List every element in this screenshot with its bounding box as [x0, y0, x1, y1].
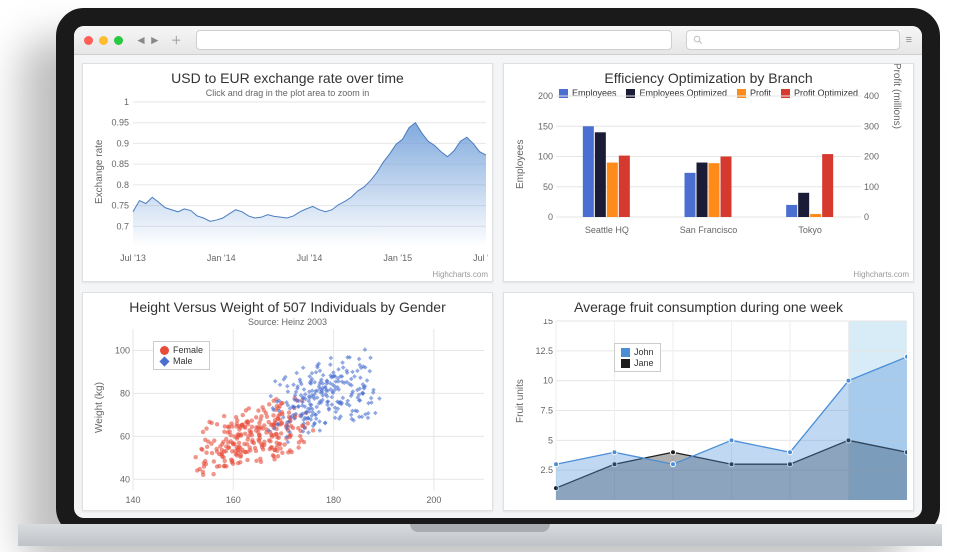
svg-text:200: 200: [538, 92, 553, 101]
chart-title: Average fruit consumption during one wee…: [504, 299, 913, 315]
svg-text:10: 10: [543, 376, 553, 386]
svg-text:60: 60: [120, 431, 130, 441]
svg-text:160: 160: [226, 495, 241, 504]
chart-subtitle: Click and drag in the plot area to zoom …: [83, 88, 492, 98]
forward-button[interactable]: ►: [149, 33, 161, 47]
chart-credit: Highcharts.com: [432, 270, 488, 279]
y-axis-title: Employees: [515, 140, 526, 189]
chart-fruit-consumption[interactable]: Average fruit consumption during one wee…: [503, 292, 914, 511]
svg-text:Jul '13: Jul '13: [120, 253, 146, 263]
svg-text:15: 15: [543, 319, 553, 326]
svg-text:Seattle HQ: Seattle HQ: [585, 225, 629, 235]
address-bar[interactable]: [196, 30, 672, 50]
chart-height-weight[interactable]: Height Versus Weight of 507 Individuals …: [82, 292, 493, 511]
svg-text:40: 40: [120, 474, 130, 484]
browser-window: ◄ ► ＋ ≡ USD to EUR exchange rate over ti…: [74, 26, 922, 518]
chart-legend: JohnJane: [614, 343, 661, 372]
menu-icon[interactable]: ≡: [906, 34, 912, 46]
svg-text:12.5: 12.5: [535, 346, 553, 356]
svg-text:200: 200: [864, 152, 879, 162]
svg-text:0.95: 0.95: [111, 118, 129, 128]
y2-axis-title: Profit (millions): [891, 63, 902, 129]
y-axis-title: Exchange rate: [94, 140, 105, 205]
svg-text:0.9: 0.9: [116, 138, 129, 148]
svg-text:80: 80: [120, 388, 130, 398]
svg-text:San Francisco: San Francisco: [680, 225, 738, 235]
svg-text:100: 100: [864, 182, 879, 192]
svg-text:0.8: 0.8: [116, 180, 129, 190]
svg-text:300: 300: [864, 121, 879, 131]
minimize-icon[interactable]: [99, 36, 108, 45]
y-axis-title: Weight (kg): [94, 382, 105, 433]
plot-area[interactable]: 0 50 100 150 200 0 100 200 300 400 Seattle HQ San F…: [536, 92, 881, 235]
svg-text:Jan '14: Jan '14: [207, 253, 236, 263]
svg-text:0.85: 0.85: [111, 159, 129, 169]
browser-titlebar: ◄ ► ＋ ≡: [74, 26, 922, 55]
chart-title: USD to EUR exchange rate over time: [83, 70, 492, 86]
chart-title: Efficiency Optimization by Branch: [504, 70, 913, 86]
svg-text:0: 0: [864, 212, 869, 222]
chart-legend: FemaleMale: [153, 341, 210, 370]
svg-text:50: 50: [543, 182, 553, 192]
svg-text:2.5: 2.5: [540, 465, 553, 475]
svg-text:Jan '15: Jan '15: [383, 253, 412, 263]
svg-text:140: 140: [125, 495, 140, 504]
chart-title: Height Versus Weight of 507 Individuals …: [83, 299, 492, 315]
back-button[interactable]: ◄: [135, 33, 147, 47]
plot-area[interactable]: 0.7 0.75 0.8 0.85 0.9 0.95 1 Jul '13 Jan '14 Jul …: [111, 98, 488, 263]
svg-text:400: 400: [864, 92, 879, 101]
chart-subtitle: Source: Heinz 2003: [83, 317, 492, 327]
search-input[interactable]: [686, 30, 900, 50]
svg-text:Jul '15: Jul '15: [473, 253, 488, 263]
laptop-base: [18, 524, 942, 546]
y-axis-title: Fruit units: [515, 379, 526, 423]
chart-branch-efficiency[interactable]: Efficiency Optimization by Branch Employ…: [503, 63, 914, 282]
maximize-icon[interactable]: [114, 36, 123, 45]
svg-text:200: 200: [426, 495, 441, 504]
svg-text:180: 180: [326, 495, 341, 504]
svg-text:Jul '14: Jul '14: [297, 253, 323, 263]
svg-text:1: 1: [124, 98, 129, 107]
svg-text:0: 0: [548, 212, 553, 222]
svg-text:5: 5: [548, 435, 553, 445]
chart-exchange-rate[interactable]: USD to EUR exchange rate over time Click…: [82, 63, 493, 282]
svg-text:100: 100: [115, 345, 130, 355]
close-icon[interactable]: [84, 36, 93, 45]
chart-credit: Highcharts.com: [853, 270, 909, 279]
svg-text:150: 150: [538, 121, 553, 131]
svg-text:7.5: 7.5: [540, 406, 553, 416]
svg-text:0.75: 0.75: [111, 201, 129, 211]
plot-area[interactable]: 2.5 5 7.5 10 12.5 15: [534, 319, 907, 504]
new-tab-button[interactable]: ＋: [171, 32, 182, 48]
svg-text:0.7: 0.7: [116, 221, 129, 231]
svg-text:Tokyo: Tokyo: [798, 225, 822, 235]
search-icon: [693, 35, 703, 45]
svg-text:100: 100: [538, 152, 553, 162]
